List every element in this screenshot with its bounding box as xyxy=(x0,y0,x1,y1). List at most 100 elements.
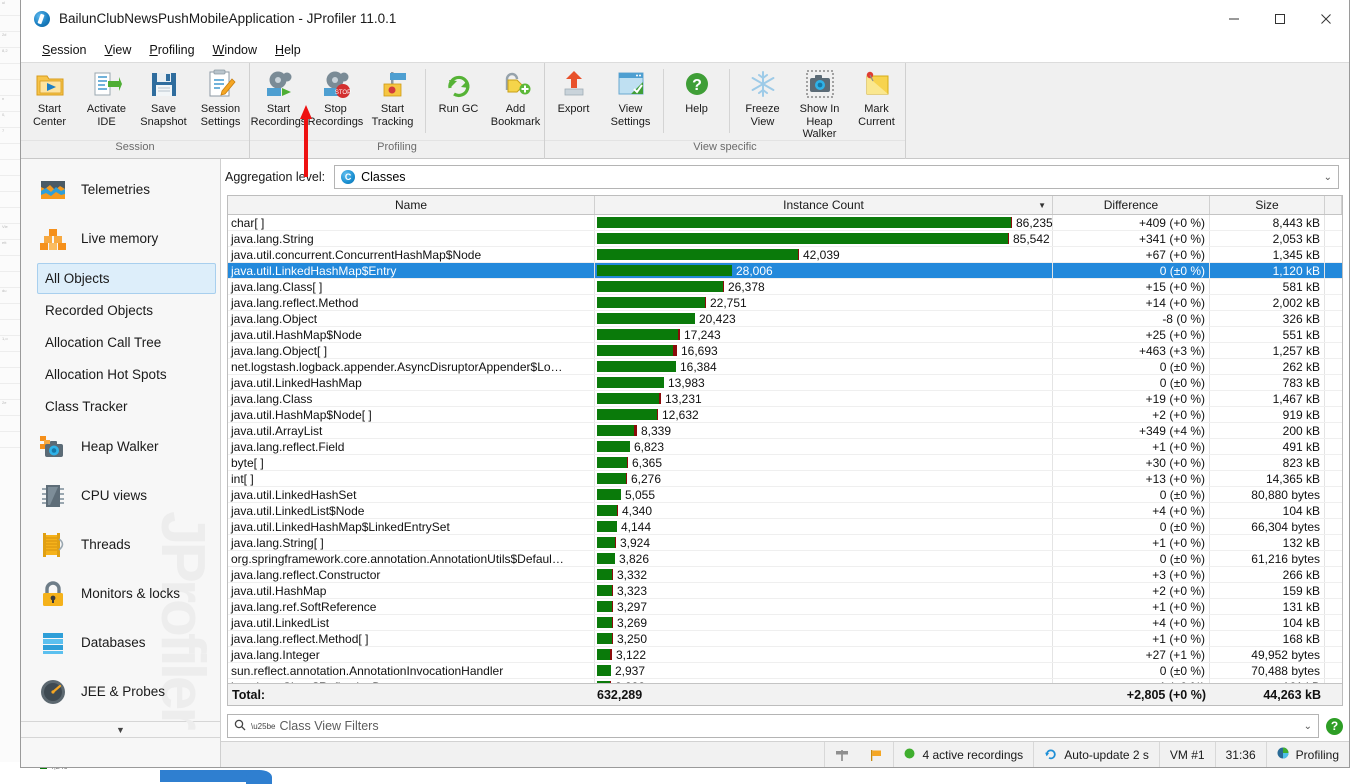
cell-difference: 0 (±0 %) xyxy=(1053,663,1210,678)
sidebar-item-monitors-locks[interactable]: Monitors & locks xyxy=(21,569,220,618)
status-active-recordings[interactable]: 4 active recordings xyxy=(893,742,1033,767)
stop-recordings-button[interactable]: STOP Stop Recordings xyxy=(307,63,364,140)
start-recordings-button[interactable]: Start Recordings xyxy=(250,63,307,140)
table-row[interactable]: java.lang.String[ ] 3,924 +1 (+0 %) 132 kB xyxy=(228,535,1342,551)
export-button[interactable]: Export xyxy=(545,63,602,140)
save-snapshot-button[interactable]: Save Snapshot xyxy=(135,63,192,140)
sidebar-item-label: Live memory xyxy=(81,231,159,246)
close-button[interactable] xyxy=(1303,1,1349,37)
sidebar-item-recorded-objects[interactable]: Recorded Objects xyxy=(21,294,220,326)
table-row[interactable]: net.logstash.logback.appender.AsyncDisru… xyxy=(228,359,1342,375)
sidebar-item-mbeans[interactable]: MBeans xyxy=(21,716,220,721)
cell-instance-count: 86,235 xyxy=(595,215,1053,230)
instance-count-value: 4,144 xyxy=(621,519,652,534)
table-row[interactable]: java.lang.Class[ ] 26,378 +15 (+0 %) 581 kB xyxy=(228,279,1342,295)
filter-dropdown-icon[interactable]: \u25be xyxy=(251,722,275,731)
table-row[interactable]: java.util.HashMap 3,323 +2 (+0 %) 159 kB xyxy=(228,583,1342,599)
table-row[interactable]: java.util.LinkedList 3,269 +4 (+0 %) 104 kB xyxy=(228,615,1342,631)
table-row[interactable]: java.lang.reflect.Constructor 3,332 +3 (+0… xyxy=(228,567,1342,583)
cell-instance-count: 3,924 xyxy=(595,535,1053,550)
help-button[interactable]: ? Help xyxy=(668,63,725,140)
chevron-down-icon[interactable]: ⌄ xyxy=(1304,721,1312,732)
btn-label-l2: Recordings xyxy=(250,115,307,128)
table-row[interactable]: java.util.HashMap$Node 17,243 +25 (+0 %) 55… xyxy=(228,327,1342,343)
cell-instance-count: 13,231 xyxy=(595,391,1053,406)
sidebar-item-all-objects[interactable]: All Objects xyxy=(37,263,216,294)
table-row[interactable]: byte[ ] 6,365 +30 (+0 %) 823 kB xyxy=(228,455,1342,471)
sidebar-item-telemetries[interactable]: Telemetries xyxy=(21,165,220,214)
table-row[interactable]: int[ ] 6,276 +13 (+0 %) 14,365 kB xyxy=(228,471,1342,487)
table-row[interactable]: java.lang.ref.SoftReference 3,297 +1 (+0 %… xyxy=(228,599,1342,615)
column-header-difference[interactable]: Difference xyxy=(1053,196,1210,214)
table-row[interactable]: java.util.LinkedHashSet 5,055 0 (±0 %) 80,8… xyxy=(228,487,1342,503)
table-row[interactable]: java.util.LinkedList$Node 4,340 +4 (+0 %) 1… xyxy=(228,503,1342,519)
menu-view[interactable]: View xyxy=(95,40,140,60)
table-row[interactable]: org.springframework.core.annotation.Anno… xyxy=(228,551,1342,567)
show-in-heap-walker-button[interactable]: Show In Heap Walker xyxy=(791,63,848,140)
status-profiling[interactable]: Profiling xyxy=(1265,742,1349,767)
table-row[interactable]: java.util.concurrent.ConcurrentHashMap$N… xyxy=(228,247,1342,263)
add-bookmark-button[interactable]: Add Bookmark xyxy=(487,63,544,140)
session-settings-button[interactable]: Session Settings xyxy=(192,63,249,140)
column-header-name[interactable]: Name xyxy=(228,196,595,214)
sidebar-item-threads[interactable]: Threads xyxy=(21,520,220,569)
sidebar-scroll-down[interactable]: ▼ xyxy=(21,721,220,737)
mark-current-button[interactable]: Mark Current xyxy=(848,63,905,140)
menu-session[interactable]: Session xyxy=(33,40,95,60)
run-gc-button[interactable]: Run GC xyxy=(430,63,487,140)
status-auto-update[interactable]: Auto-update 2 s xyxy=(1033,742,1159,767)
class-view-filter-input[interactable]: \u25be Class View Filters ⌄ xyxy=(227,714,1319,738)
aggregation-level-select[interactable]: C Classes ⌄ xyxy=(334,165,1339,189)
sidebar-item-jee-probes[interactable]: JEE & Probes xyxy=(21,667,220,716)
menu-help[interactable]: Help xyxy=(266,40,310,60)
minimize-button[interactable] xyxy=(1211,1,1257,37)
status-signpost[interactable] xyxy=(824,742,859,767)
filter-help-button[interactable]: ? xyxy=(1326,717,1343,735)
menu-profiling[interactable]: Profiling xyxy=(140,40,203,60)
table-row[interactable]: sun.reflect.annotation.AnnotationInvocat… xyxy=(228,663,1342,679)
table-row[interactable]: java.lang.Object[ ] 16,693 +463 (+3 %) 1,25… xyxy=(228,343,1342,359)
stop-recordings-icon: STOP xyxy=(320,68,352,100)
live-memory-icon xyxy=(38,224,68,254)
column-header-instance-count[interactable]: Instance Count ▼ xyxy=(595,196,1053,214)
start-center-button[interactable]: Start Center xyxy=(21,63,78,140)
menu-window[interactable]: Window xyxy=(204,40,266,60)
table-row[interactable]: java.lang.reflect.Method 22,751 +14 (+0 %)… xyxy=(228,295,1342,311)
freeze-view-button[interactable]: Freeze View xyxy=(734,63,791,140)
cell-size: 80,880 bytes xyxy=(1210,487,1325,502)
sidebar-item-label: JEE & Probes xyxy=(81,684,166,699)
table-row[interactable]: java.lang.String 85,542 +341 (+0 %) 2,053 k… xyxy=(228,231,1342,247)
table-row[interactable]: java.util.ArrayList 8,339 +349 (+4 %) 200 k… xyxy=(228,423,1342,439)
table-row[interactable]: java.lang.reflect.Field 6,823 +1 (+0 %) 491… xyxy=(228,439,1342,455)
table-row[interactable]: java.util.LinkedHashMap$Entry 28,006 0 (±0… xyxy=(228,263,1342,279)
instance-count-value: 3,269 xyxy=(617,615,648,630)
view-settings-button[interactable]: View Settings xyxy=(602,63,659,140)
instance-count-bar xyxy=(597,537,616,548)
table-row[interactable]: java.lang.Integer 3,122 +27 (+1 %) 49,952 b… xyxy=(228,647,1342,663)
table-row[interactable]: char[ ] 86,235 +409 (+0 %) 8,443 kB xyxy=(228,215,1342,231)
table-row[interactable]: java.lang.Class 13,231 +19 (+0 %) 1,467 kB xyxy=(228,391,1342,407)
status-bookmark-flag[interactable] xyxy=(859,742,893,767)
maximize-button[interactable] xyxy=(1257,1,1303,37)
cell-difference: 0 (±0 %) xyxy=(1053,375,1210,390)
sidebar-item-heap-walker[interactable]: Heap Walker xyxy=(21,422,220,471)
sidebar-item-cpu-views[interactable]: CPU views xyxy=(21,471,220,520)
column-header-size[interactable]: Size xyxy=(1210,196,1325,214)
table-row[interactable]: java.lang.Object 20,423 -8 (0 %) 326 kB xyxy=(228,311,1342,327)
table-row[interactable]: java.util.LinkedHashMap$LinkedEntrySet 4,… xyxy=(228,519,1342,535)
table-row[interactable]: java.util.HashMap$Node[ ] 12,632 +2 (+0 %)… xyxy=(228,407,1342,423)
cell-class-name: java.util.LinkedHashSet xyxy=(228,487,595,502)
status-vm[interactable]: VM #1 xyxy=(1158,742,1215,767)
sidebar-item-allocation-hot-spots[interactable]: Allocation Hot Spots xyxy=(21,358,220,390)
activate-ide-button[interactable]: Activate IDE xyxy=(78,63,135,140)
instance-count-bar xyxy=(597,409,658,420)
table-row[interactable]: java.util.LinkedHashMap 13,983 0 (±0 %) 783… xyxy=(228,375,1342,391)
sidebar-item-class-tracker[interactable]: Class Tracker xyxy=(21,390,220,422)
start-tracking-button[interactable]: Start Tracking xyxy=(364,63,421,140)
sidebar-item-databases[interactable]: Databases xyxy=(21,618,220,667)
table-body[interactable]: char[ ] 86,235 +409 (+0 %) 8,443 kB java.lan… xyxy=(228,215,1342,683)
table-row[interactable]: java.lang.reflect.Method[ ] 3,250 +1 (+0 %… xyxy=(228,631,1342,647)
sidebar-item-live-memory[interactable]: Live memory xyxy=(21,214,220,263)
cell-difference: +1 (+0 %) xyxy=(1053,631,1210,646)
sidebar-item-allocation-call-tree[interactable]: Allocation Call Tree xyxy=(21,326,220,358)
